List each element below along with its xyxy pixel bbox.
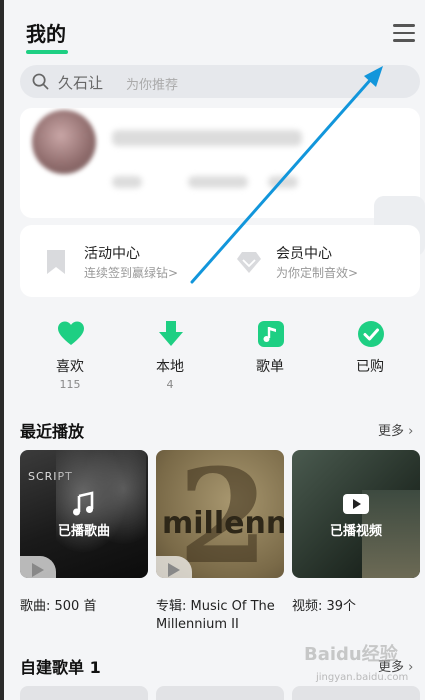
activity-subtitle: 连续签到赢绿钻>	[84, 266, 179, 280]
play-button[interactable]	[156, 556, 192, 578]
menu-icon[interactable]	[393, 24, 415, 44]
search-input[interactable]: 久石让 为你推荐	[20, 65, 420, 98]
quick-count: 115	[59, 378, 81, 391]
recent-videos-tile[interactable]: 已播视频	[292, 450, 420, 578]
chevron-right-icon: ›	[408, 660, 414, 675]
profile-stat-blurred	[112, 176, 142, 188]
search-placeholder: 为你推荐	[126, 78, 179, 93]
member-subtitle: 为你定制音效>	[276, 266, 359, 280]
page-title: 我的	[26, 22, 66, 46]
play-icon	[168, 563, 180, 577]
activity-title: 活动中心	[84, 246, 140, 262]
tile-overlay-text: 已播视频	[329, 524, 382, 539]
recent-more-link[interactable]: 更多 ›	[378, 420, 413, 439]
cover-album-text: millenn	[162, 506, 284, 541]
my-music-page: 我的 久石让 为你推荐 活动中心 连续签到赢绿钻> 会员中心 为你定制音效> 喜…	[4, 0, 425, 700]
music-note-icon	[258, 321, 284, 347]
playlist-tile[interactable]	[292, 686, 420, 700]
avatar[interactable]	[32, 110, 96, 174]
quick-playlists[interactable]: 歌单	[220, 318, 320, 398]
quick-label: 已购	[356, 359, 384, 375]
check-circle-icon	[358, 321, 384, 347]
profile-stat-blurred	[188, 176, 248, 188]
tile-caption: 专辑: Music Of The Millennium II	[156, 599, 275, 632]
play-icon	[32, 563, 44, 577]
playlist-tile[interactable]	[156, 686, 284, 700]
more-label: 更多	[378, 424, 405, 439]
search-value: 久石让	[58, 74, 104, 92]
quick-purchased[interactable]: 已购	[320, 318, 420, 398]
music-note-icon	[73, 491, 94, 516]
recent-songs-tile[interactable]: SCRIPT 已播歌曲	[20, 450, 148, 578]
activity-center-button[interactable]: 活动中心 连续签到赢绿钻>	[20, 225, 220, 297]
page-header: 我的	[4, 0, 425, 60]
search-icon	[32, 73, 49, 90]
member-title: 会员中心	[276, 246, 332, 262]
heart-icon	[58, 321, 84, 345]
quick-label: 本地	[156, 359, 184, 375]
quick-favorites[interactable]: 喜欢 115	[20, 318, 120, 398]
diamond-icon	[237, 252, 261, 273]
activity-card: 活动中心 连续签到赢绿钻> 会员中心 为你定制音效>	[20, 225, 420, 297]
username-blurred	[112, 130, 302, 146]
quick-label: 喜欢	[56, 359, 84, 375]
profile-stat-blurred	[268, 176, 298, 188]
playlists-section-title: 自建歌单 1	[20, 658, 101, 677]
tile-caption: 歌曲: 500 首	[20, 599, 97, 614]
chevron-right-icon: ›	[408, 424, 414, 439]
quick-access-row: 喜欢 115 本地 4 歌单 已购	[20, 318, 420, 398]
tile-overlay-text: 已播歌曲	[57, 524, 110, 539]
watermark-url: jingyan.baidu.com	[316, 672, 409, 683]
bookmark-icon	[47, 250, 65, 274]
quick-local[interactable]: 本地 4	[120, 318, 220, 398]
recent-album-tile[interactable]: 2 millenn	[156, 450, 284, 578]
quick-label: 歌单	[256, 359, 284, 375]
tile-caption: 视频: 39个	[292, 599, 357, 614]
member-center-button[interactable]: 会员中心 为你定制音效>	[212, 225, 412, 297]
tab-indicator	[26, 50, 68, 54]
video-play-icon	[343, 494, 369, 514]
download-arrow-icon	[159, 321, 183, 346]
play-button[interactable]	[20, 556, 56, 578]
profile-card[interactable]	[20, 108, 420, 218]
playlist-tile[interactable]	[20, 686, 148, 700]
quick-count: 4	[166, 378, 174, 391]
watermark-logo: Baidu经验	[304, 644, 398, 665]
recent-section-title: 最近播放	[20, 422, 85, 441]
